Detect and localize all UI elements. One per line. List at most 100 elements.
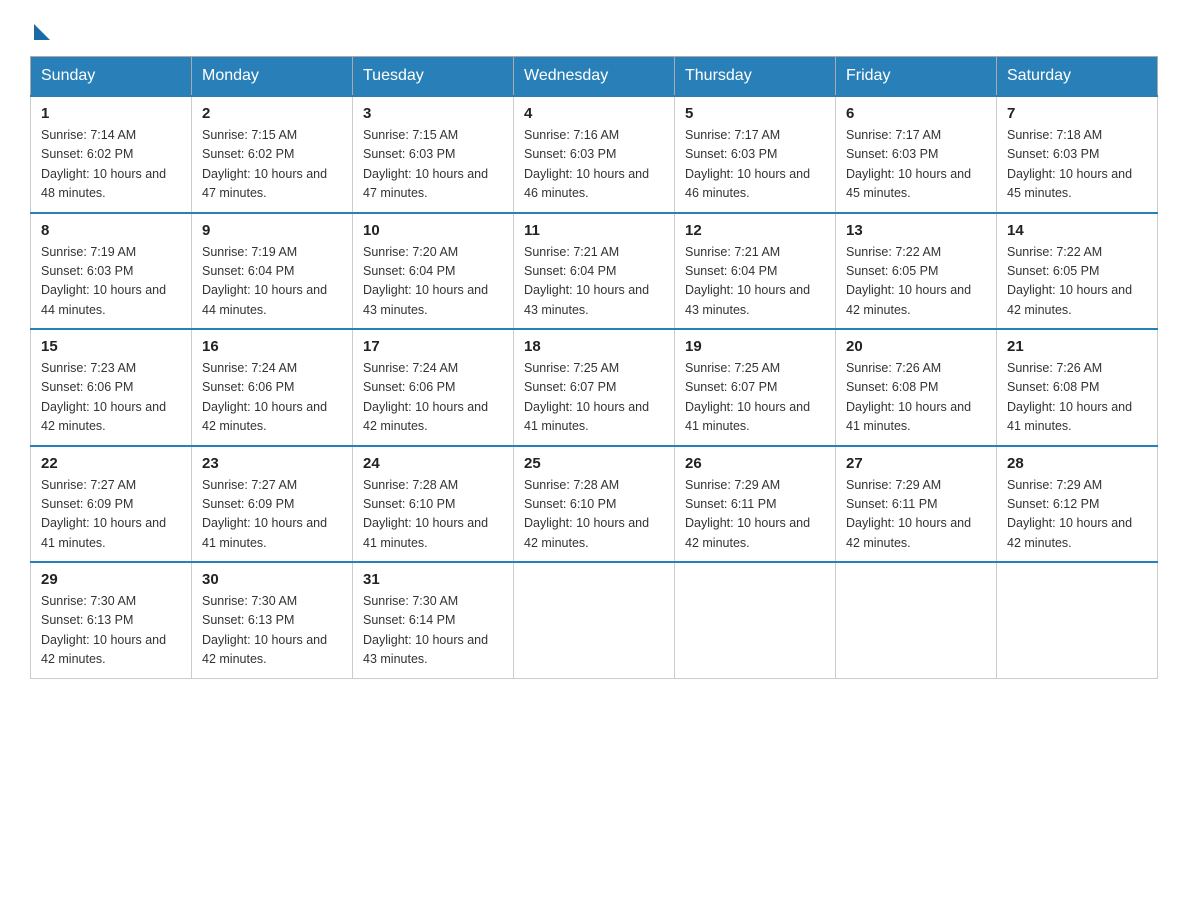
day-info: Sunrise: 7:21 AMSunset: 6:04 PMDaylight:…: [685, 243, 825, 321]
day-info: Sunrise: 7:22 AMSunset: 6:05 PMDaylight:…: [846, 243, 986, 321]
calendar-cell: 19Sunrise: 7:25 AMSunset: 6:07 PMDayligh…: [675, 329, 836, 446]
calendar-cell: 29 Sunrise: 7:30 AMSunset: 6:13 PMDayligh…: [31, 562, 192, 678]
day-info: Sunrise: 7:29 AMSunset: 6:11 PMDaylight:…: [685, 476, 825, 554]
day-number: 6: [846, 105, 986, 122]
calendar-day-header: Wednesday: [514, 57, 675, 97]
calendar-day-header: Tuesday: [353, 57, 514, 97]
day-info: Sunrise: 7:29 AMSunset: 6:12 PMDaylight:…: [1007, 476, 1147, 554]
calendar-week-row: 8 Sunrise: 7:19 AMSunset: 6:03 PMDaylight…: [31, 213, 1158, 330]
day-number: 10: [363, 222, 503, 239]
day-number: 2: [202, 105, 342, 122]
day-number: 31: [363, 571, 503, 588]
day-info: Sunrise: 7:17 AMSunset: 6:03 PMDaylight:…: [846, 126, 986, 204]
day-number: 1: [41, 105, 181, 122]
calendar-header-row: SundayMondayTuesdayWednesdayThursdayFrid…: [31, 57, 1158, 97]
calendar-cell: 23 Sunrise: 7:27 AMSunset: 6:09 PMDayligh…: [192, 446, 353, 563]
day-info: Sunrise: 7:19 AMSunset: 6:03 PMDaylight:…: [41, 243, 181, 321]
calendar-cell: [997, 562, 1158, 678]
day-number: 15: [41, 338, 181, 355]
calendar-week-row: 15 Sunrise: 7:23 AMSunset: 6:06 PMDayligh…: [31, 329, 1158, 446]
day-info: Sunrise: 7:16 AMSunset: 6:03 PMDaylight:…: [524, 126, 664, 204]
calendar-cell: 28 Sunrise: 7:29 AMSunset: 6:12 PMDayligh…: [997, 446, 1158, 563]
day-number: 18: [524, 338, 664, 355]
day-info: Sunrise: 7:25 AMSunset: 6:07 PMDaylight:…: [524, 359, 664, 437]
calendar-cell: 5 Sunrise: 7:17 AMSunset: 6:03 PMDaylight…: [675, 96, 836, 213]
calendar-cell: 14Sunrise: 7:22 AMSunset: 6:05 PMDayligh…: [997, 213, 1158, 330]
calendar-cell: 18 Sunrise: 7:25 AMSunset: 6:07 PMDayligh…: [514, 329, 675, 446]
calendar-cell: 17Sunrise: 7:24 AMSunset: 6:06 PMDayligh…: [353, 329, 514, 446]
day-info: Sunrise: 7:28 AMSunset: 6:10 PMDaylight:…: [524, 476, 664, 554]
day-number: 11: [524, 222, 664, 239]
day-number: 3: [363, 105, 503, 122]
calendar-cell: 25 Sunrise: 7:28 AMSunset: 6:10 PMDayligh…: [514, 446, 675, 563]
calendar-cell: 30 Sunrise: 7:30 AMSunset: 6:13 PMDayligh…: [192, 562, 353, 678]
calendar-week-row: 29 Sunrise: 7:30 AMSunset: 6:13 PMDayligh…: [31, 562, 1158, 678]
day-number: 30: [202, 571, 342, 588]
day-number: 28: [1007, 455, 1147, 472]
day-info: Sunrise: 7:29 AMSunset: 6:11 PMDaylight:…: [846, 476, 986, 554]
day-info: Sunrise: 7:30 AMSunset: 6:14 PMDaylight:…: [363, 592, 503, 670]
calendar-day-header: Saturday: [997, 57, 1158, 97]
calendar-cell: 9 Sunrise: 7:19 AMSunset: 6:04 PMDaylight…: [192, 213, 353, 330]
calendar-cell: 15 Sunrise: 7:23 AMSunset: 6:06 PMDayligh…: [31, 329, 192, 446]
logo-triangle-icon: [34, 24, 50, 40]
calendar-cell: 13 Sunrise: 7:22 AMSunset: 6:05 PMDayligh…: [836, 213, 997, 330]
day-number: 7: [1007, 105, 1147, 122]
day-info: Sunrise: 7:21 AMSunset: 6:04 PMDaylight:…: [524, 243, 664, 321]
day-number: 9: [202, 222, 342, 239]
day-info: Sunrise: 7:30 AMSunset: 6:13 PMDaylight:…: [41, 592, 181, 670]
day-info: Sunrise: 7:25 AMSunset: 6:07 PMDaylight:…: [685, 359, 825, 437]
calendar-cell: 2 Sunrise: 7:15 AMSunset: 6:02 PMDaylight…: [192, 96, 353, 213]
calendar-cell: 20 Sunrise: 7:26 AMSunset: 6:08 PMDayligh…: [836, 329, 997, 446]
calendar-day-header: Thursday: [675, 57, 836, 97]
calendar-cell: 11 Sunrise: 7:21 AMSunset: 6:04 PMDayligh…: [514, 213, 675, 330]
calendar-cell: 6 Sunrise: 7:17 AMSunset: 6:03 PMDaylight…: [836, 96, 997, 213]
day-number: 5: [685, 105, 825, 122]
day-number: 13: [846, 222, 986, 239]
calendar-cell: [675, 562, 836, 678]
day-number: 27: [846, 455, 986, 472]
day-info: Sunrise: 7:28 AMSunset: 6:10 PMDaylight:…: [363, 476, 503, 554]
day-info: Sunrise: 7:26 AMSunset: 6:08 PMDaylight:…: [846, 359, 986, 437]
day-number: 12: [685, 222, 825, 239]
day-number: 25: [524, 455, 664, 472]
day-info: Sunrise: 7:30 AMSunset: 6:13 PMDaylight:…: [202, 592, 342, 670]
day-number: 20: [846, 338, 986, 355]
day-info: Sunrise: 7:26 AMSunset: 6:08 PMDaylight:…: [1007, 359, 1147, 437]
day-number: 8: [41, 222, 181, 239]
day-info: Sunrise: 7:22 AMSunset: 6:05 PMDaylight:…: [1007, 243, 1147, 321]
calendar-cell: 22 Sunrise: 7:27 AMSunset: 6:09 PMDayligh…: [31, 446, 192, 563]
day-info: Sunrise: 7:27 AMSunset: 6:09 PMDaylight:…: [202, 476, 342, 554]
calendar-cell: 21 Sunrise: 7:26 AMSunset: 6:08 PMDayligh…: [997, 329, 1158, 446]
calendar-cell: 16 Sunrise: 7:24 AMSunset: 6:06 PMDayligh…: [192, 329, 353, 446]
calendar-cell: 27 Sunrise: 7:29 AMSunset: 6:11 PMDayligh…: [836, 446, 997, 563]
day-info: Sunrise: 7:15 AMSunset: 6:02 PMDaylight:…: [202, 126, 342, 204]
day-number: 16: [202, 338, 342, 355]
day-number: 24: [363, 455, 503, 472]
day-number: 23: [202, 455, 342, 472]
day-info: Sunrise: 7:24 AMSunset: 6:06 PMDaylight:…: [202, 359, 342, 437]
page-header: [30, 20, 1158, 36]
day-number: 21: [1007, 338, 1147, 355]
calendar-cell: 26 Sunrise: 7:29 AMSunset: 6:11 PMDayligh…: [675, 446, 836, 563]
calendar-table: SundayMondayTuesdayWednesdayThursdayFrid…: [30, 56, 1158, 679]
calendar-week-row: 22 Sunrise: 7:27 AMSunset: 6:09 PMDayligh…: [31, 446, 1158, 563]
logo: [30, 20, 50, 36]
day-info: Sunrise: 7:23 AMSunset: 6:06 PMDaylight:…: [41, 359, 181, 437]
day-info: Sunrise: 7:20 AMSunset: 6:04 PMDaylight:…: [363, 243, 503, 321]
day-number: 29: [41, 571, 181, 588]
calendar-day-header: Friday: [836, 57, 997, 97]
day-number: 17: [363, 338, 503, 355]
day-info: Sunrise: 7:17 AMSunset: 6:03 PMDaylight:…: [685, 126, 825, 204]
day-number: 22: [41, 455, 181, 472]
day-info: Sunrise: 7:14 AMSunset: 6:02 PMDaylight:…: [41, 126, 181, 204]
calendar-cell: 3Sunrise: 7:15 AMSunset: 6:03 PMDaylight…: [353, 96, 514, 213]
calendar-cell: [836, 562, 997, 678]
day-info: Sunrise: 7:27 AMSunset: 6:09 PMDaylight:…: [41, 476, 181, 554]
day-info: Sunrise: 7:19 AMSunset: 6:04 PMDaylight:…: [202, 243, 342, 321]
calendar-cell: [514, 562, 675, 678]
calendar-cell: 31 Sunrise: 7:30 AMSunset: 6:14 PMDayligh…: [353, 562, 514, 678]
day-number: 26: [685, 455, 825, 472]
calendar-cell: 24 Sunrise: 7:28 AMSunset: 6:10 PMDayligh…: [353, 446, 514, 563]
calendar-cell: 4Sunrise: 7:16 AMSunset: 6:03 PMDaylight…: [514, 96, 675, 213]
